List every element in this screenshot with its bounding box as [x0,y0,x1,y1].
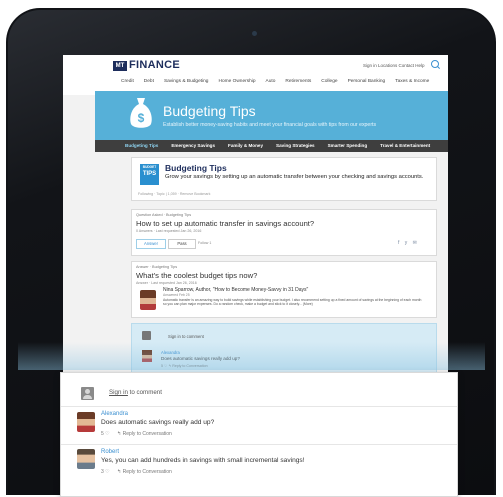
logo-mark[interactable]: MT [113,61,127,71]
zoom-highlight [18,342,485,370]
follow-link[interactable]: Follow 1 [198,241,211,245]
main-nav: Credit Debt Savings & Budgeting Home Own… [121,79,429,84]
answer-date: Answered Feb 25 [163,293,190,297]
subnav-family-money[interactable]: Family & Money [228,143,263,148]
comment-author[interactable]: Alexandra [101,411,128,417]
avatar[interactable] [77,449,95,469]
comment-text: Does automatic savings really add up? [101,419,215,426]
site-header: MT FINANCE Sign in Locations Contact Hel… [63,55,448,95]
answer-meta: Answer · Last requested Jan 26, 2016 [136,281,197,285]
signin-to-comment[interactable]: Sign in to comment [168,334,204,339]
pass-button[interactable]: Pass [168,239,196,249]
heart-icon[interactable]: ♡ [105,431,111,437]
question-title[interactable]: How to set up automatic transfer in savi… [136,219,314,228]
nav-item-personal-banking[interactable]: Personal Banking [348,79,386,84]
sub-nav: Budgeting Tips Emergency Savings Family … [125,143,430,148]
question-label: Question Asked · Budgeting Tips [136,213,192,217]
comment-actions: 3 ♡ ↰ Reply to Conversation [101,469,172,475]
nav-item-taxes[interactable]: Taxes & Income [395,79,429,84]
answer-text: Automatic transfer is an amazing way to … [163,298,422,307]
comment-author[interactable]: Robert [101,449,119,455]
icon-label-bottom: TIPS [142,171,157,177]
like-count: 3 [101,469,104,475]
answer-button[interactable]: Answer [136,239,166,249]
topic-meta[interactable]: Following · Topic | 1,059 · Remove Bookm… [138,192,210,196]
topic-card: BUDGET TIPS Budgeting Tips Grow your sav… [131,157,437,201]
heart-icon[interactable]: ♡ [105,469,111,475]
comment-actions: 5 ♡ ↰ Reply to Conversation [101,431,172,437]
logo-text[interactable]: FINANCE [129,59,180,71]
money-bag-icon: $ [130,98,152,128]
nav-item-credit[interactable]: Credit [121,79,134,84]
reply-icon[interactable]: ↰ [117,469,121,475]
divider [61,406,457,407]
reply-icon[interactable]: ↰ [117,431,121,437]
banner-subtitle: Establish better money-saving habits and… [163,122,377,128]
subnav-saving-strategies[interactable]: Saving Strategies [276,143,315,148]
answer-label: Answer · Budgeting Tips [136,265,178,269]
avatar[interactable] [140,290,156,310]
subnav-budgeting-tips[interactable]: Budgeting Tips [125,143,158,148]
banner-title: Budgeting Tips [163,103,256,119]
svg-text:$: $ [138,111,145,125]
signin-link[interactable]: Sign in [109,389,128,396]
like-count: 5 [101,431,104,437]
topic-text: Grow your savings by setting up an autom… [165,174,424,180]
divider [61,444,457,445]
nav-item-home-ownership[interactable]: Home Ownership [218,79,255,84]
reply-link[interactable]: Reply to Conversation [123,469,172,475]
answer-card: Answer · Budgeting Tips What's the coole… [131,261,437,318]
reply-link[interactable]: Reply to Conversation [123,431,172,437]
comment-text: Yes, you can add hundreds in savings wit… [101,457,305,464]
user-icon [142,331,151,340]
topic-title: Budgeting Tips [165,163,227,173]
question-meta: 0 Answers · Last requested Jan 26, 2016 [136,229,202,233]
search-icon[interactable] [431,60,439,68]
nav-item-college[interactable]: College [321,79,337,84]
signin-to-comment: Sign in to comment [109,389,162,396]
subnav-emergency-savings[interactable]: Emergency Savings [171,143,215,148]
avatar[interactable] [77,412,95,432]
answer-title[interactable]: What's the coolest budget tips now? [136,271,257,280]
budget-tips-icon: BUDGET TIPS [140,164,159,185]
tablet-camera [252,31,257,36]
share-icons[interactable]: f y ✉ [398,240,419,246]
nav-item-retirements[interactable]: Retirements [285,79,311,84]
subnav-travel[interactable]: Travel & Entertainment [380,143,430,148]
user-icon [81,387,94,400]
nav-item-debt[interactable]: Debt [144,79,154,84]
top-links[interactable]: Sign in Locations Contact Help [363,63,425,68]
nav-item-savings[interactable]: Savings & Budgeting [164,79,209,84]
subnav-smarter-spending[interactable]: Smarter Spending [328,143,368,148]
question-card: Question Asked · Budgeting Tips How to s… [131,209,437,256]
nav-item-auto[interactable]: Auto [266,79,276,84]
signin-rest: to comment [127,389,162,396]
zoomed-comments-panel: Sign in to comment Alexandra Does automa… [60,372,458,497]
